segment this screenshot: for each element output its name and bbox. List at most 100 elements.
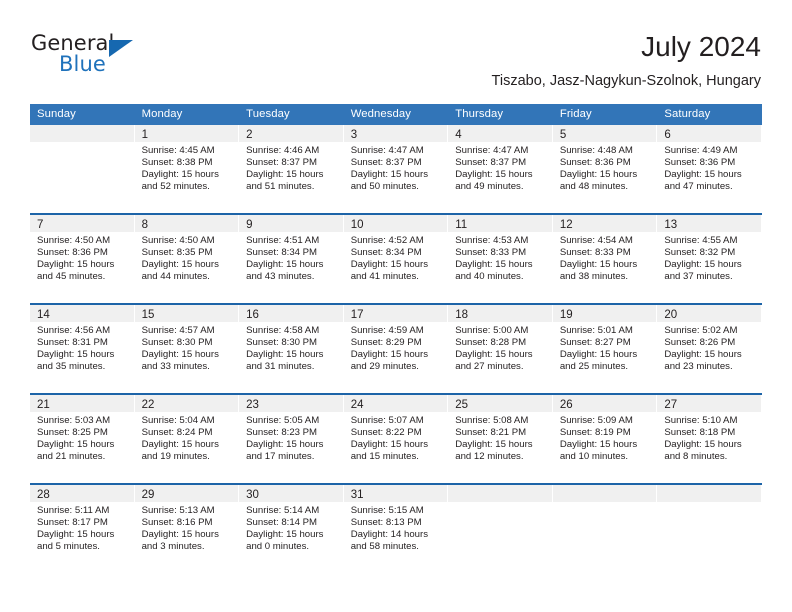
calendar-day-cell-empty	[657, 485, 762, 573]
calendar-day-cell[interactable]: 5 Sunrise: 4:48 AM Sunset: 8:36 PM Daylight…	[552, 125, 658, 213]
daylight-text-line1: Daylight: 15 hours	[37, 259, 115, 271]
sunrise-text: Sunrise: 4:47 AM	[350, 145, 424, 156]
calendar-day-cell[interactable]: 22 Sunrise: 5:04 AM Sunset: 8:24 PM Dayligh…	[134, 395, 240, 483]
calendar-week-row: 28 Sunrise: 5:11 AM Sunset: 8:17 PM Dayligh…	[30, 483, 762, 573]
calendar-day-cell[interactable]: 13 Sunrise: 4:55 AM Sunset: 8:32 PM Dayligh…	[657, 215, 762, 303]
sunrise-text: Sunrise: 4:51 AM	[246, 235, 320, 246]
calendar-day-cell[interactable]: 21 Sunrise: 5:03 AM Sunset: 8:25 PM Dayligh…	[30, 395, 135, 483]
daylight-text-line1: Daylight: 15 hours	[141, 439, 219, 451]
calendar-day-cell[interactable]: 7 Sunrise: 4:50 AM Sunset: 8:36 PM Daylight…	[30, 215, 135, 303]
sunrise-text: Sunrise: 4:55 AM	[664, 235, 738, 246]
calendar-day-cell[interactable]: 6 Sunrise: 4:49 AM Sunset: 8:36 PM Daylight…	[657, 125, 762, 213]
daylight-text-line2: and 10 minutes.	[559, 451, 629, 463]
calendar-day-cell[interactable]: 3 Sunrise: 4:47 AM Sunset: 8:37 PM Daylight…	[343, 125, 449, 213]
sunset-text: Sunset: 8:29 PM	[350, 337, 422, 349]
sunrise-text: Sunrise: 5:00 AM	[455, 325, 529, 336]
calendar-day-cell[interactable]: 14 Sunrise: 4:56 AM Sunset: 8:31 PM Dayligh…	[30, 305, 135, 393]
day-number: 10	[350, 219, 364, 231]
calendar-day-cell[interactable]: 29 Sunrise: 5:13 AM Sunset: 8:16 PM Dayligh…	[134, 485, 240, 573]
sun-info: Sunrise: 5:09 AM Sunset: 8:19 PM Daylight:…	[553, 412, 657, 463]
calendar-grid: Sunday Monday Tuesday Wednesday Thursday…	[30, 104, 762, 573]
day-number-band: 1	[134, 125, 239, 142]
weekday-header-wednesday: Wednesday	[350, 108, 412, 120]
sunset-text: Sunset: 8:37 PM	[350, 157, 422, 169]
calendar-day-cell[interactable]: 9 Sunrise: 4:51 AM Sunset: 8:34 PM Daylight…	[239, 215, 344, 303]
calendar-day-cell[interactable]: 18 Sunrise: 5:00 AM Sunset: 8:28 PM Dayligh…	[448, 305, 553, 393]
day-number-band	[657, 485, 761, 502]
daylight-text-line2: and 52 minutes.	[141, 181, 210, 193]
sunset-text: Sunset: 8:33 PM	[455, 247, 527, 259]
day-number-band: 26	[552, 395, 657, 412]
daylight-text-line1: Daylight: 15 hours	[37, 529, 115, 541]
weekday-header-monday: Monday	[141, 108, 183, 120]
calendar-day-cell[interactable]: 24 Sunrise: 5:07 AM Sunset: 8:22 PM Dayligh…	[343, 395, 449, 483]
calendar-day-cell[interactable]: 8 Sunrise: 4:50 AM Sunset: 8:35 PM Daylight…	[134, 215, 240, 303]
calendar-day-cell[interactable]: 31 Sunrise: 5:15 AM Sunset: 8:13 PM Dayligh…	[343, 485, 449, 573]
calendar-day-cell[interactable]: 12 Sunrise: 4:54 AM Sunset: 8:33 PM Dayligh…	[552, 215, 658, 303]
daylight-text-line2: and 41 minutes.	[350, 271, 419, 283]
sunset-text: Sunset: 8:34 PM	[246, 247, 318, 259]
calendar-day-cell[interactable]: 25 Sunrise: 5:08 AM Sunset: 8:21 PM Dayligh…	[448, 395, 553, 483]
sunset-text: Sunset: 8:34 PM	[350, 247, 422, 259]
day-number-band: 7	[30, 215, 134, 232]
calendar-day-cell[interactable]: 10 Sunrise: 4:52 AM Sunset: 8:34 PM Dayligh…	[343, 215, 449, 303]
calendar-day-cell[interactable]: 20 Sunrise: 5:02 AM Sunset: 8:26 PM Dayligh…	[657, 305, 762, 393]
daylight-text-line1: Daylight: 15 hours	[664, 439, 742, 451]
sun-info: Sunrise: 4:55 AM Sunset: 8:32 PM Daylight:…	[657, 232, 761, 283]
calendar-day-cell[interactable]: 30 Sunrise: 5:14 AM Sunset: 8:14 PM Dayligh…	[239, 485, 344, 573]
day-number: 9	[246, 219, 253, 231]
sunset-text: Sunset: 8:16 PM	[141, 517, 213, 529]
daylight-text-line2: and 38 minutes.	[559, 271, 629, 283]
daylight-text-line2: and 50 minutes.	[350, 181, 419, 193]
generalblue-logo[interactable]: General Blue	[31, 33, 171, 85]
calendar-day-cell[interactable]: 11 Sunrise: 4:53 AM Sunset: 8:33 PM Dayligh…	[448, 215, 553, 303]
day-number-band: 17	[343, 305, 448, 322]
daylight-text-line1: Daylight: 15 hours	[455, 169, 533, 181]
day-number-band: 21	[30, 395, 134, 412]
sunrise-text: Sunrise: 5:07 AM	[350, 415, 424, 426]
calendar-day-cell[interactable]: 16 Sunrise: 4:58 AM Sunset: 8:30 PM Dayligh…	[239, 305, 344, 393]
calendar-day-cell[interactable]: 4 Sunrise: 4:47 AM Sunset: 8:37 PM Daylight…	[448, 125, 553, 213]
day-number-band: 3	[343, 125, 448, 142]
daylight-text-line1: Daylight: 15 hours	[664, 169, 742, 181]
calendar-day-cell[interactable]: 2 Sunrise: 4:46 AM Sunset: 8:37 PM Daylight…	[239, 125, 344, 213]
calendar-day-cell[interactable]: 23 Sunrise: 5:05 AM Sunset: 8:23 PM Dayligh…	[239, 395, 344, 483]
sun-info: Sunrise: 4:50 AM Sunset: 8:35 PM Daylight:…	[135, 232, 239, 283]
sun-info: Sunrise: 4:53 AM Sunset: 8:33 PM Daylight:…	[448, 232, 552, 283]
sun-info: Sunrise: 4:47 AM Sunset: 8:37 PM Daylight:…	[344, 142, 448, 193]
day-number-band	[552, 485, 657, 502]
sunrise-text: Sunrise: 5:03 AM	[37, 415, 111, 426]
calendar-day-cell[interactable]: 19 Sunrise: 5:01 AM Sunset: 8:27 PM Dayligh…	[552, 305, 658, 393]
day-number: 28	[37, 489, 50, 501]
weekday-header-saturday: Saturday	[664, 108, 711, 120]
daylight-text-line1: Daylight: 15 hours	[664, 259, 742, 271]
triangle-logo-icon	[109, 40, 133, 57]
daylight-text-line1: Daylight: 15 hours	[455, 349, 533, 361]
sun-info: Sunrise: 4:49 AM Sunset: 8:36 PM Daylight:…	[657, 142, 761, 193]
sun-info: Sunrise: 5:14 AM Sunset: 8:14 PM Daylight:…	[239, 502, 343, 553]
sun-info: Sunrise: 4:54 AM Sunset: 8:33 PM Daylight:…	[553, 232, 657, 283]
day-number: 26	[559, 399, 573, 411]
daylight-text-line2: and 47 minutes.	[664, 181, 733, 193]
calendar-day-cell[interactable]: 27 Sunrise: 5:10 AM Sunset: 8:18 PM Dayligh…	[657, 395, 762, 483]
day-number: 8	[141, 219, 148, 231]
daylight-text-line1: Daylight: 15 hours	[559, 349, 638, 361]
daylight-text-line2: and 37 minutes.	[664, 271, 733, 283]
daylight-text-line2: and 25 minutes.	[559, 361, 629, 373]
calendar-day-cell[interactable]: 15 Sunrise: 4:57 AM Sunset: 8:30 PM Dayligh…	[134, 305, 240, 393]
daylight-text-line2: and 40 minutes.	[455, 271, 524, 283]
daylight-text-line2: and 58 minutes.	[350, 541, 419, 553]
calendar-weeks: 1 Sunrise: 4:45 AM Sunset: 8:38 PM Daylight…	[30, 125, 762, 573]
calendar-day-cell[interactable]: 17 Sunrise: 4:59 AM Sunset: 8:29 PM Dayligh…	[343, 305, 449, 393]
day-number-band: 28	[30, 485, 134, 502]
sun-info: Sunrise: 5:13 AM Sunset: 8:16 PM Daylight:…	[135, 502, 239, 553]
calendar-day-cell[interactable]: 28 Sunrise: 5:11 AM Sunset: 8:17 PM Dayligh…	[30, 485, 135, 573]
daylight-text-line2: and 48 minutes.	[559, 181, 629, 193]
day-number: 7	[37, 219, 44, 231]
calendar-day-cell[interactable]: 26 Sunrise: 5:09 AM Sunset: 8:19 PM Dayligh…	[552, 395, 658, 483]
calendar-day-cell[interactable]: 1 Sunrise: 4:45 AM Sunset: 8:38 PM Daylight…	[134, 125, 240, 213]
sun-info: Sunrise: 5:11 AM Sunset: 8:17 PM Daylight:…	[30, 502, 134, 553]
logo-text-blue: Blue	[59, 52, 106, 76]
sun-info: Sunrise: 4:46 AM Sunset: 8:37 PM Daylight:…	[239, 142, 343, 193]
day-number-band: 18	[448, 305, 552, 322]
